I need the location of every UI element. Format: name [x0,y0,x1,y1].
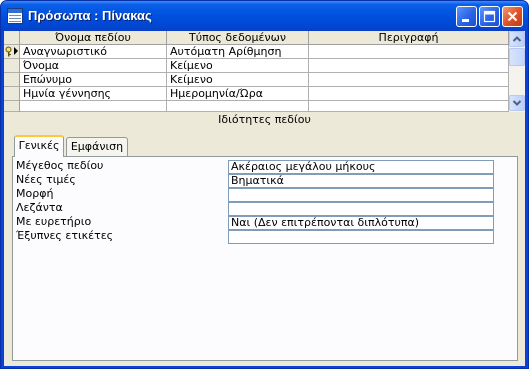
property-row: Έξυπνες ετικέτες [16,229,494,244]
property-label: Μορφή [16,187,54,200]
window-client-area: Όνομα πεδίου Τύπος δεδομένων Περιγραφή Α… [4,31,525,366]
grid-header-row: Όνομα πεδίου Τύπος δεδομένων Περιγραφή [4,31,509,45]
table-row[interactable]: Ημνία γέννησης Ημερομηνία/Ώρα [4,87,509,101]
scroll-up-button[interactable] [509,31,525,47]
property-label: Νέες τιμές [16,173,76,186]
close-button[interactable] [502,6,523,27]
table-icon [7,8,23,24]
row-selector[interactable] [4,73,20,87]
field-name-cell[interactable]: Επώνυμο [20,73,167,87]
vertical-scrollbar[interactable] [509,31,525,112]
row-selector[interactable] [4,101,20,112]
window-title: Πρόσωπα : Πίνακας [28,8,152,23]
table-row[interactable]: Επώνυμο Κείμενο [4,73,509,87]
property-label: Μέγεθος πεδίου [16,159,104,172]
row-selector[interactable] [4,45,20,59]
field-name-cell[interactable] [20,101,167,112]
field-properties-panel: Μέγεθος πεδίου Ακέραιος μεγάλου μήκους Ν… [12,156,518,361]
table-row[interactable] [4,101,509,112]
field-grid: Όνομα πεδίου Τύπος δεδομένων Περιγραφή Α… [4,31,525,112]
new-values-input[interactable]: Βηματικά [228,174,494,188]
chevron-up-icon [512,36,522,42]
field-size-input[interactable]: Ακέραιος μεγάλου μήκους [228,160,494,174]
property-label: Λεζάντα [16,201,63,214]
property-row: Με ευρετήριο Ναι (Δεν επιτρέπονται διπλό… [16,215,494,230]
caption-input[interactable] [228,202,494,216]
maximize-icon [483,10,496,23]
data-type-cell[interactable]: Κείμενο [167,59,309,73]
table-row[interactable]: Αναγνωριστικό Αυτόματη Αρίθμηση [4,45,509,59]
description-cell[interactable] [309,59,509,73]
chevron-down-icon [512,100,522,106]
data-type-cell[interactable]: Αυτόματη Αρίθμηση [167,45,309,59]
description-cell[interactable] [309,87,509,101]
minimize-icon [462,19,469,22]
column-header-field-name[interactable]: Όνομα πεδίου [20,31,167,45]
data-type-cell[interactable]: Κείμενο [167,73,309,87]
close-icon [507,11,518,22]
property-row: Λεζάντα [16,201,494,216]
property-row: Νέες τιμές Βηματικά [16,173,494,188]
tab-general[interactable]: Γενικές [14,135,64,157]
data-type-cell[interactable] [167,101,309,112]
data-type-cell[interactable]: Ημερομηνία/Ώρα [167,87,309,101]
smart-tags-input[interactable] [228,230,494,244]
primary-key-current-row-icon [5,46,18,57]
maximize-button[interactable] [479,6,500,27]
property-label: Με ευρετήριο [16,215,92,228]
minimize-button[interactable] [456,6,477,27]
row-selector[interactable] [4,59,20,73]
scrollbar-thumb[interactable] [509,48,525,66]
field-name-cell[interactable]: Όνομα [20,59,167,73]
field-name-cell[interactable]: Ημνία γέννησης [20,87,167,101]
property-row: Μορφή [16,187,494,202]
description-cell[interactable] [309,101,509,112]
column-header-description[interactable]: Περιγραφή [309,31,509,45]
format-input[interactable] [228,188,494,202]
column-header-data-type[interactable]: Τύπος δεδομένων [167,31,309,45]
row-selector[interactable] [4,87,20,101]
tab-appearance[interactable]: Εμφάνιση [66,137,128,157]
title-bar[interactable]: Πρόσωπα : Πίνακας [1,1,528,31]
field-properties-caption: Ιδιότητες πεδίου [218,113,311,126]
grid-corner [4,31,20,45]
scroll-down-button[interactable] [509,95,525,111]
description-cell[interactable] [309,45,509,59]
property-row: Μέγεθος πεδίου Ακέραιος μεγάλου μήκους [16,159,494,174]
table-row[interactable]: Όνομα Κείμενο [4,59,509,73]
description-cell[interactable] [309,73,509,87]
property-label: Έξυπνες ετικέτες [16,229,114,242]
indexed-input[interactable]: Ναι (Δεν επιτρέπονται διπλότυπα) [228,216,494,230]
table-design-window: Πρόσωπα : Πίνακας Όνομα πεδίου Τύπος δεδ… [0,0,529,369]
field-name-cell[interactable]: Αναγνωριστικό [20,45,167,59]
